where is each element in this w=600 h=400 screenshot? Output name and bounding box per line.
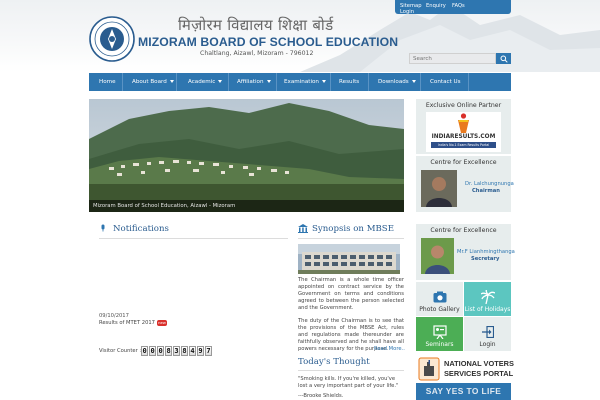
new-badge: new	[157, 320, 167, 326]
seminars-tile[interactable]: Seminars	[416, 317, 463, 351]
chevron-down-icon	[411, 80, 416, 83]
nav-home[interactable]: Home	[99, 73, 116, 91]
chevron-down-icon	[218, 80, 223, 83]
notifications-title: Notifications	[113, 224, 169, 234]
chairman-name: Dr. Lalchungnunga	[465, 181, 514, 187]
divider	[298, 370, 404, 371]
nav-affiliation[interactable]: Affiliation	[237, 73, 271, 91]
notification-item-mtet-results[interactable]: Results of MTET 2017	[99, 320, 155, 326]
nav-academic[interactable]: Academic	[188, 73, 223, 91]
excellence-title: Centre for Excellence	[430, 159, 497, 166]
faqs-link[interactable]: FAQs	[452, 3, 465, 9]
divider	[298, 238, 404, 239]
secretary-role: Secretary	[471, 256, 500, 262]
synopsis-title: Synopsis on MBSE	[312, 224, 394, 234]
site-title: MIZORAM BOARD OF SCHOOL EDUCATION	[138, 35, 399, 49]
photo-gallery-tile[interactable]: Photo Gallery	[416, 282, 463, 316]
mbse-building-image	[298, 244, 400, 274]
nav-contact-us[interactable]: Contact Us	[430, 73, 461, 91]
secretary-name: Mr.F Lianhmingthanga	[457, 249, 515, 255]
palm-tree-icon	[480, 290, 495, 304]
voter-hand-icon	[418, 357, 440, 381]
partner-logo-text: INDIARESULTS.COM	[431, 134, 496, 140]
top-links-bar: Sitemap Enquiry FAQs Login	[395, 0, 511, 15]
login-link[interactable]: Login	[400, 9, 414, 15]
banner-caption: Mizoram Board of School Education, Aizaw…	[89, 200, 404, 212]
chevron-down-icon	[321, 80, 326, 83]
nvsp-slogan: SAY YES TO LIFE	[416, 383, 511, 400]
online-partner-panel: Exclusive Online Partner INDIARESULTS.CO…	[416, 99, 511, 154]
visitor-counter-label: Visitor Counter :	[99, 348, 142, 354]
aizawl-landscape-image	[89, 99, 404, 212]
microphone-icon	[101, 224, 105, 232]
mbse-logo-icon	[89, 16, 135, 62]
chairman-photo	[421, 170, 457, 207]
partner-panel-title: Exclusive Online Partner	[425, 102, 502, 109]
nav-about-board[interactable]: About Board	[132, 73, 174, 91]
building-icon	[298, 224, 308, 233]
login-tile[interactable]: Login	[464, 317, 511, 351]
chairman-role: Chairman	[472, 188, 500, 194]
hero-banner: Mizoram Board of School Education, Aizaw…	[89, 99, 404, 212]
presentation-board-icon	[432, 325, 447, 339]
login-icon	[481, 326, 494, 338]
search-input[interactable]	[409, 53, 496, 64]
todays-thought-title: Today's Thought	[298, 357, 370, 367]
nvsp-banner[interactable]: NATIONAL VOTERS SERVICES PORTAL SAY YES …	[416, 356, 514, 400]
read-more-link[interactable]: Read More..	[374, 346, 405, 352]
nav-downloads[interactable]: Downloads	[378, 73, 416, 91]
list-of-holidays-tile[interactable]: List of Holidays	[464, 282, 511, 316]
site-address: Chaltlang, Aizawl, Mizoram - 796012	[200, 50, 314, 57]
search-icon	[500, 55, 508, 63]
thought-quote: "Smoking kills. If you're killed, you've…	[298, 376, 399, 389]
visitor-counter: 0 0 0 8 3 8 4 9 7	[141, 346, 213, 356]
notification-date: 09/10/2017	[99, 313, 129, 319]
chevron-down-icon	[266, 80, 271, 83]
enquiry-link[interactable]: Enquiry	[426, 3, 446, 9]
nav-results[interactable]: Results	[339, 73, 359, 91]
nvsp-line-2: SERVICES PORTAL	[444, 369, 514, 378]
secretary-photo	[421, 238, 454, 274]
indiaresults-logo[interactable]: INDIARESULTS.COM India's No.1 Exam Resul…	[426, 112, 501, 152]
site-title-hindi: मिज़ोरम विद्यालय शिक्षा बोर्ड	[178, 16, 334, 34]
camera-icon	[433, 291, 446, 303]
partner-tagline: India's No.1 Exam Results Portal	[431, 142, 496, 148]
main-nav: Home About Board Academic Affiliation Ex…	[89, 73, 511, 91]
divider	[99, 238, 288, 239]
nav-examination[interactable]: Examination	[284, 73, 326, 91]
nvsp-line-1: NATIONAL VOTERS	[444, 359, 514, 368]
excellence-title-2: Centre for Excellence	[430, 227, 497, 234]
synopsis-paragraph-1: The Chairman is a whole time officer app…	[298, 277, 404, 311]
thought-author: ---Brooke Shields.	[298, 393, 344, 399]
person-figure-icon	[458, 113, 469, 133]
secretary-panel: Centre for Excellence Mr.F Lianhmingthan…	[416, 224, 515, 280]
search-button[interactable]	[496, 53, 511, 64]
chevron-down-icon	[169, 80, 174, 83]
chairman-panel: Centre for Excellence Dr. Lalchungnunga …	[416, 156, 514, 212]
